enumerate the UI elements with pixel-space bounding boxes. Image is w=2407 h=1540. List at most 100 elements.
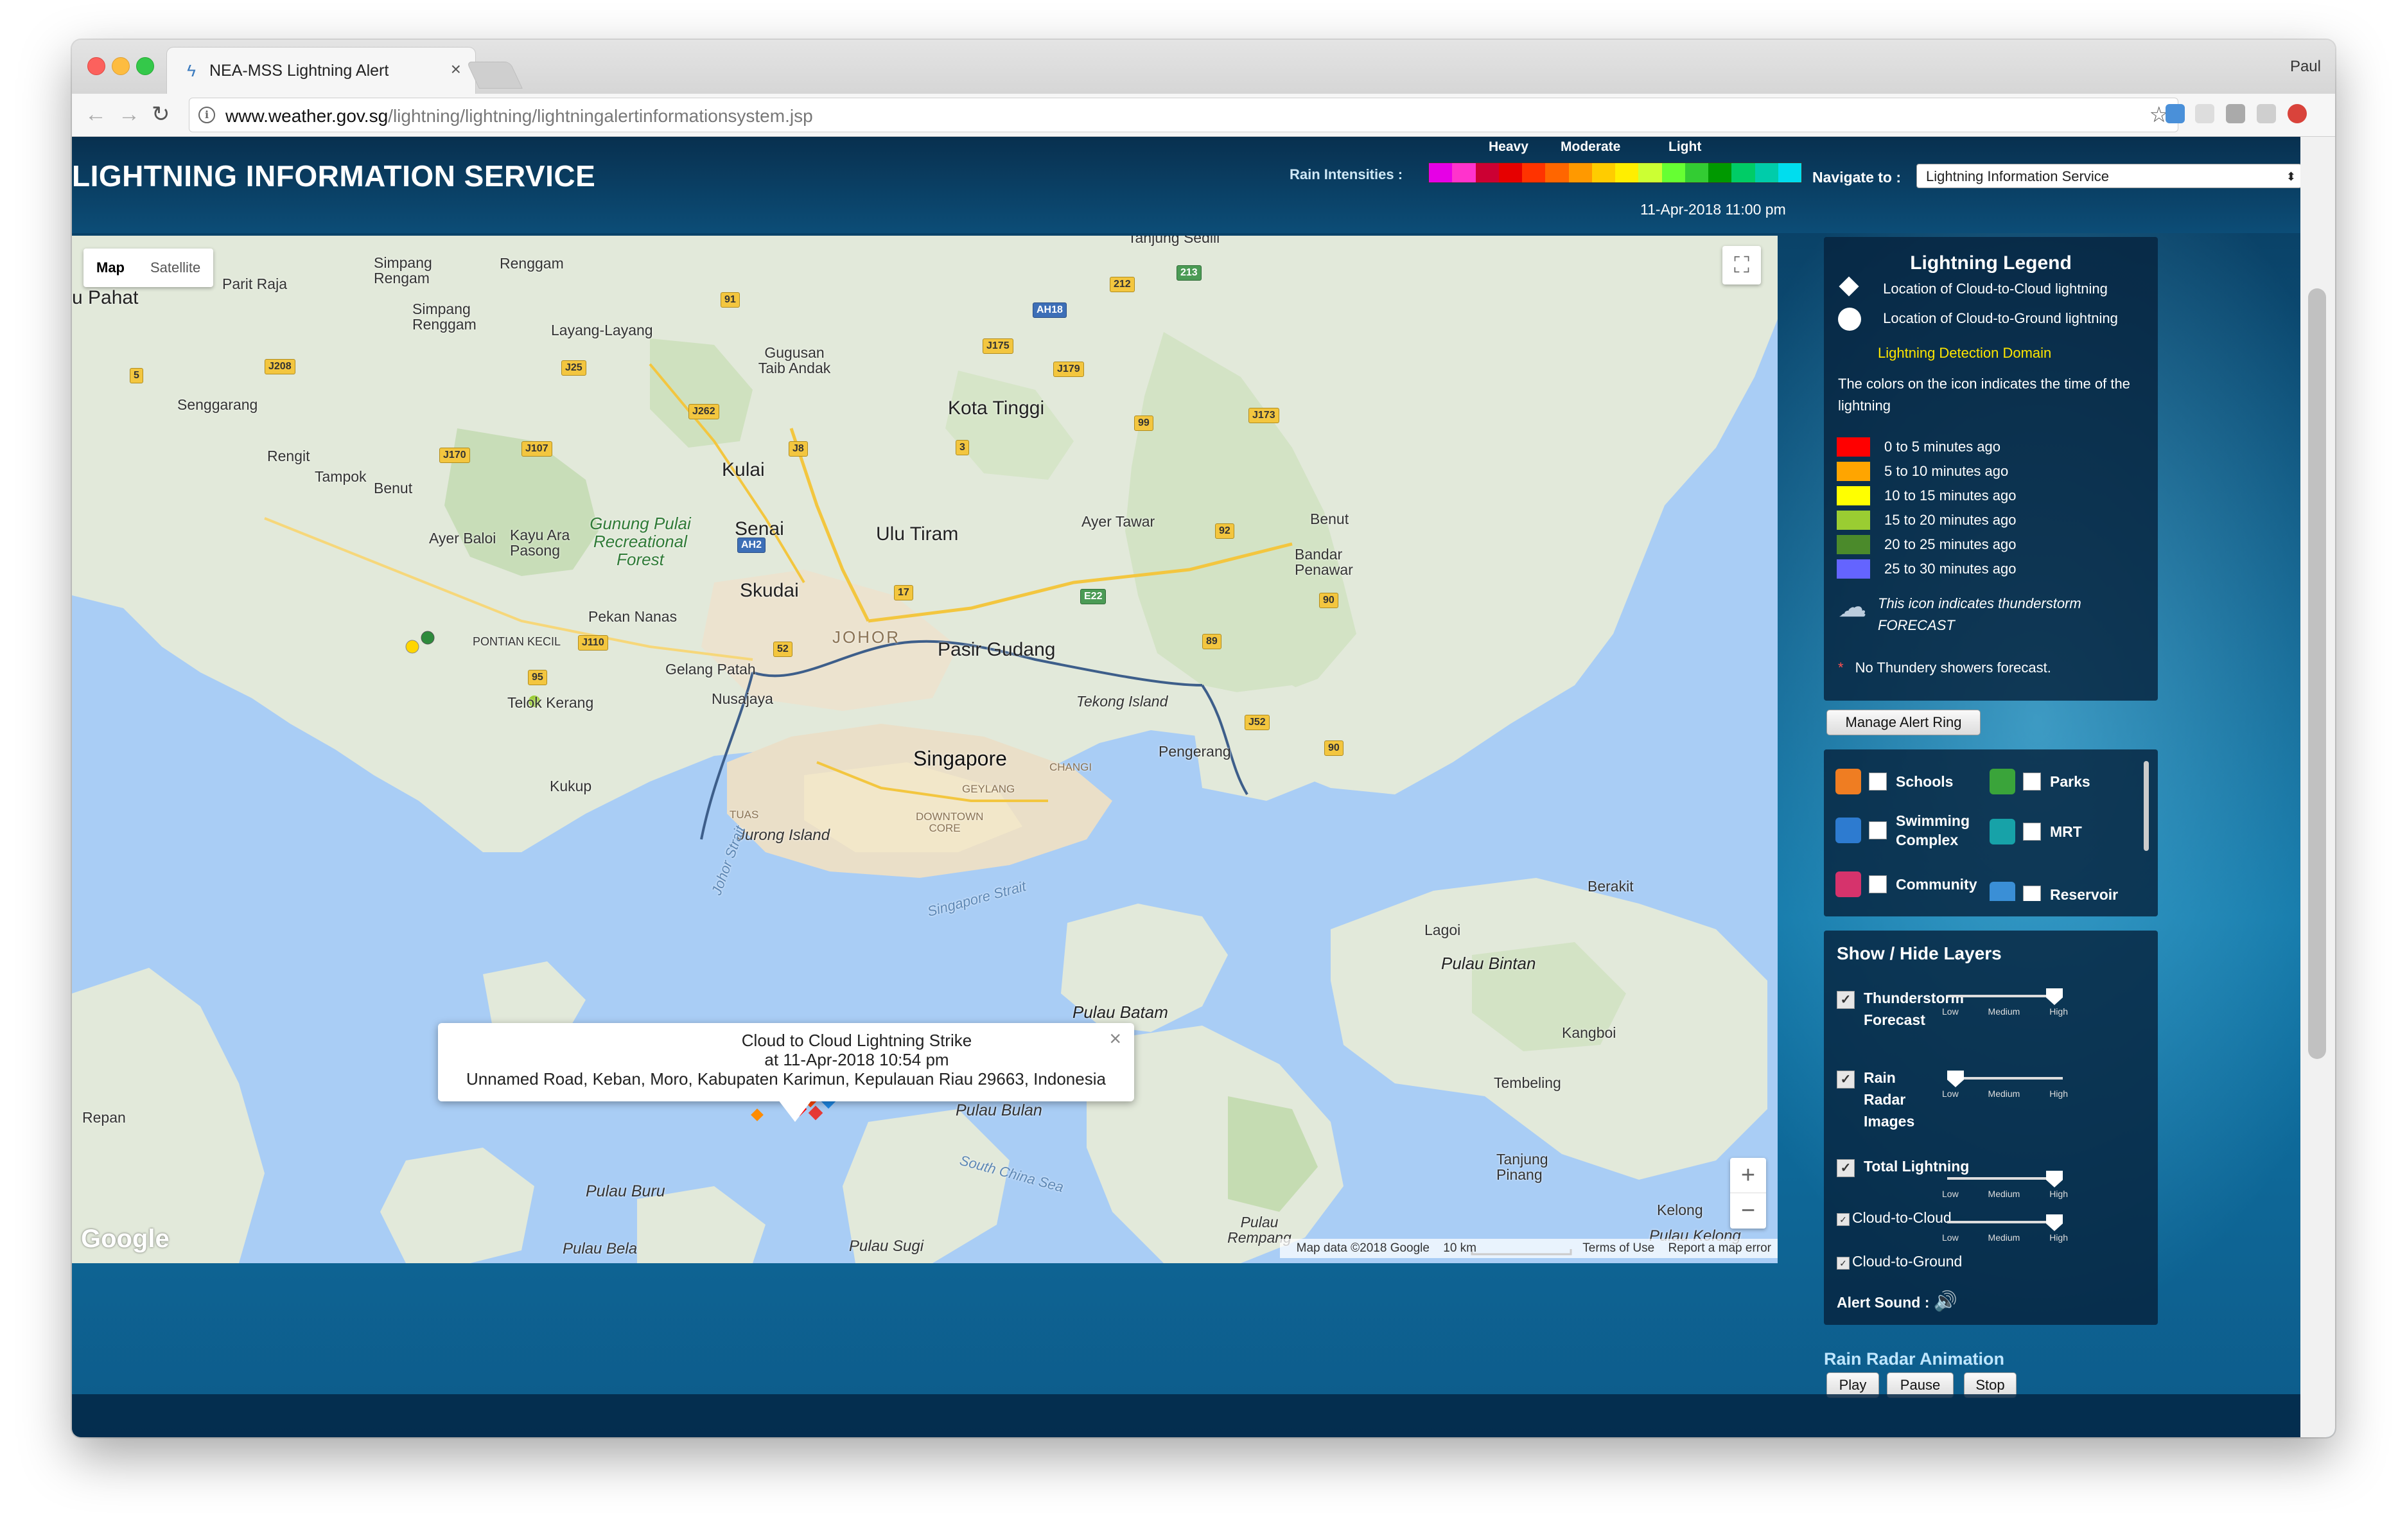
road-shield: 89 [1202,634,1221,649]
map-scale-label: 10 km [1443,1241,1476,1255]
poi-swimming[interactable]: Swimming Complex [1835,811,1979,850]
road-shield: 213 [1177,265,1202,281]
minimize-window-button[interactable] [112,57,130,75]
browser-tab[interactable]: ϟ NEA-MSS Lightning Alert × [167,48,475,94]
page-scrollbar[interactable] [2300,137,2335,1437]
place-label: Ayer Tawar [1081,513,1155,530]
place-label: Kangboi [1562,1024,1616,1041]
speaker-icon[interactable]: 🔊 [1934,1291,1957,1312]
color-swatch [1837,511,1870,530]
legend-cc-row: Location of Cloud-to-Cloud lightning [1838,276,2108,297]
community-checkbox[interactable] [1869,875,1887,893]
reload-icon[interactable]: ↻ [152,101,170,127]
poi-community[interactable]: Community [1835,871,1977,897]
swimming-checkbox[interactable] [1869,821,1887,839]
slider-thumb[interactable] [1947,1071,1964,1087]
cc-checkbox[interactable]: ✓ [1837,1213,1850,1226]
detection-domain-link[interactable]: Lightning Detection Domain [1878,345,2051,362]
cc-opacity-slider[interactable]: Low Medium High [1942,1171,2068,1199]
place-label: TUAS [730,809,759,821]
rain-color-swatch [1661,163,1685,182]
lightning-map[interactable]: Map Satellite ⛶ u Pahat Parit Raja Simpa… [72,236,1778,1263]
slider-thumb[interactable] [2046,988,2063,1005]
poi-scrollbar[interactable] [2144,761,2149,851]
slider-thumb[interactable] [2046,1214,2063,1231]
map-type-control: Map Satellite [83,249,214,287]
map-type-satellite-button[interactable]: Satellite [137,249,213,287]
reservoir-checkbox[interactable] [2023,886,2041,901]
place-label: Simpang Rengam [374,254,432,286]
rain-color-swatch [1591,163,1615,182]
maximize-window-button[interactable] [136,57,154,75]
place-label: Tanjung Sedili [1128,236,1220,246]
place-label: Kota Tinggi [948,398,1045,419]
poi-parks[interactable]: Parks [1990,769,2090,794]
extension-check-icon[interactable] [2166,104,2185,123]
poi-mrt[interactable]: MRT [1990,819,2082,844]
place-label: Tembeling [1494,1074,1561,1091]
legend-range-label: 10 to 15 minutes ago [1884,487,2017,503]
road-shield: J8 [789,441,808,457]
legend-color-row: 25 to 30 minutes ago [1837,559,2016,579]
poi-schools[interactable]: Schools [1835,769,1953,794]
address-bar[interactable]: i www.weather.gov.sg/lightning/lightning… [189,98,2178,132]
terms-link[interactable]: Terms of Use [1582,1241,1654,1255]
tab-title: NEA-MSS Lightning Alert [209,62,389,80]
manage-alert-ring-button[interactable]: Manage Alert Ring [1826,710,1981,735]
lightning-legend-panel: Lightning Legend Location of Cloud-to-Cl… [1824,237,2158,701]
extension-page-icon[interactable] [2257,104,2276,123]
total-lightning-checkbox[interactable]: ✓ [1837,1159,1855,1177]
google-logo: Google [81,1225,170,1253]
close-window-button[interactable] [87,57,105,75]
thunderstorm-checkbox[interactable]: ✓ [1837,991,1855,1009]
zoom-in-button[interactable]: + [1730,1158,1766,1193]
map-type-map-button[interactable]: Map [83,249,137,287]
poi-reservoir[interactable]: Reservoir [1990,882,2118,901]
place-label: Pulau Sugi [849,1238,924,1255]
fullscreen-icon[interactable]: ⛶ [1722,246,1761,284]
color-swatch [1837,559,1870,579]
schools-checkbox[interactable] [1869,773,1887,791]
extension-square-icon[interactable] [2226,104,2245,123]
forward-arrow-icon[interactable]: → [118,101,140,127]
web-page: LIGHTNING INFORMATION SERVICE Heavy Mode… [72,137,2335,1437]
zoom-control: + − [1730,1158,1766,1229]
road-shield: J110 [578,635,608,651]
cg-opacity-slider[interactable]: Low Medium High [1942,1214,2068,1243]
close-icon[interactable]: × [1109,1027,1121,1051]
extension-stop-icon[interactable] [2288,104,2307,123]
rain-radar-opacity-slider[interactable]: Low Medium High [1942,1071,2068,1099]
back-arrow-icon[interactable]: ← [85,101,107,127]
place-label: Gelang Patah [665,661,756,678]
scrollbar-thumb[interactable] [2308,288,2326,1059]
place-label: Benut [1310,511,1349,527]
place-label: JOHOR [832,627,900,647]
info-icon[interactable]: i [198,107,215,123]
info-strike-address: Unnamed Road, Keban, Moro, Kabupaten Kar… [466,1069,1106,1089]
browser-toolbar: ← → ↻ i www.weather.gov.sg/lightning/lig… [72,94,2335,137]
diamond-icon [1839,276,1859,297]
legend-color-row: 10 to 15 minutes ago [1837,486,2016,505]
profile-name[interactable]: Paul [2290,58,2321,76]
navigate-select[interactable]: Lightning Information Service ⬍ [1916,164,2302,188]
mrt-checkbox[interactable] [2023,823,2041,841]
place-label: Benut [374,480,413,496]
rain-color-swatch [1615,163,1639,182]
swimmer-icon [1835,818,1861,843]
slider-thumb[interactable] [2046,1171,2063,1187]
url-text[interactable]: www.weather.gov.sg/lightning/lightning/l… [225,106,813,127]
road-shield: 212 [1110,277,1135,292]
house-icon [1835,871,1861,897]
zoom-out-button[interactable]: − [1730,1193,1766,1228]
thunderstorm-opacity-slider[interactable]: Low Medium High [1942,988,2068,1017]
parks-checkbox[interactable] [2023,773,2041,791]
road-shield: J52 [1245,715,1270,730]
rain-color-swatch [1522,163,1546,182]
map-data-credit: Map data ©2018 Google [1296,1241,1430,1255]
tab-close-icon[interactable]: × [451,59,461,80]
extension-wifi-icon[interactable] [2195,104,2214,123]
report-error-link[interactable]: Report a map error [1668,1241,1771,1255]
place-label: CHANGI [1049,761,1092,773]
cg-checkbox[interactable]: ✓ [1837,1257,1850,1270]
rain-radar-checkbox[interactable]: ✓ [1837,1071,1855,1089]
